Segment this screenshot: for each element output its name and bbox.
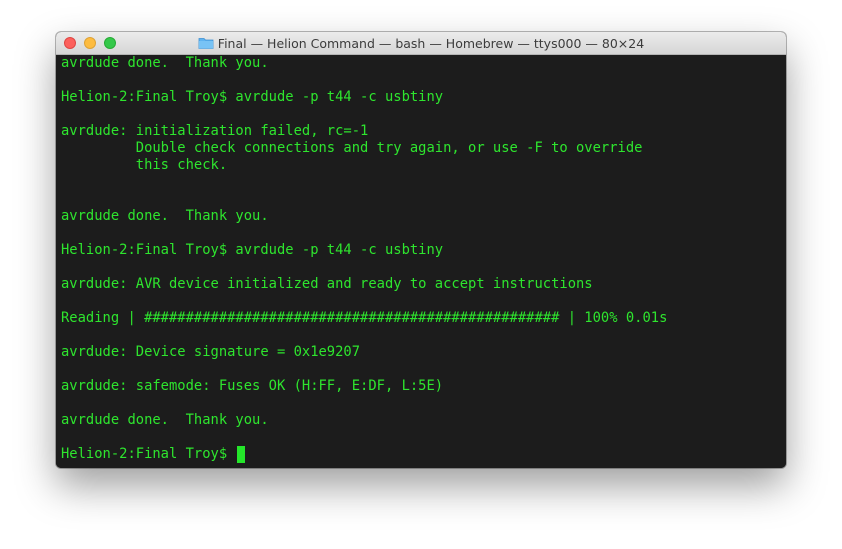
terminal-line-text: avrdude done. Thank you. <box>61 412 269 428</box>
terminal-line: avrdude done. Thank you. <box>61 208 786 225</box>
terminal-line-text: Helion-2:Final Troy$ avrdude -p t44 -c u… <box>61 242 444 258</box>
terminal-output[interactable]: avrdude done. Thank you. Helion-2:Final T… <box>56 55 786 468</box>
terminal-line: avrdude: Device signature = 0x1e9207 <box>61 344 786 361</box>
terminal-line: avrdude: safemode: Fuses OK (H:FF, E:DF,… <box>61 378 786 395</box>
terminal-line-text: Double check connections and try again, … <box>61 140 643 156</box>
terminal-line-text: avrdude done. Thank you. <box>61 208 269 224</box>
terminal-line-text: avrdude: initialization failed, rc=-1 <box>61 123 369 139</box>
terminal-line: avrdude done. Thank you. <box>61 55 786 72</box>
terminal-cursor <box>237 446 246 463</box>
terminal-line-text: Helion-2:Final Troy$ avrdude -p t44 -c u… <box>61 89 444 105</box>
terminal-line: Helion-2:Final Troy$ avrdude -p t44 -c u… <box>61 89 786 106</box>
terminal-line: avrdude: initialization failed, rc=-1 <box>61 123 786 140</box>
terminal-line: this check. <box>61 157 786 174</box>
terminal-line-text: avrdude: Device signature = 0x1e9207 <box>61 344 361 360</box>
terminal-line-text: this check. <box>61 157 228 173</box>
title-bar[interactable]: Final — Helion Command — bash — Homebrew… <box>56 32 786 55</box>
window-title: Final — Helion Command — bash — Homebrew… <box>217 35 645 51</box>
terminal-window: Final — Helion Command — bash — Homebrew… <box>56 32 786 468</box>
window-title-container: Final — Helion Command — bash — Homebrew… <box>56 32 786 54</box>
terminal-line: avrdude: AVR device initialized and read… <box>61 276 786 293</box>
terminal-line-text: avrdude: AVR device initialized and read… <box>61 276 593 292</box>
terminal-line: Double check connections and try again, … <box>61 140 786 157</box>
terminal-line: Reading | ##############################… <box>61 310 786 327</box>
terminal-line-text: Helion-2:Final Troy$ <box>61 446 236 462</box>
terminal-line-text: Reading | ##############################… <box>61 310 668 326</box>
terminal-line: avrdude done. Thank you. <box>61 412 786 429</box>
terminal-line-text: avrdude: safemode: Fuses OK (H:FF, E:DF,… <box>61 378 444 394</box>
terminal-line: Helion-2:Final Troy$ avrdude -p t44 -c u… <box>61 242 786 259</box>
terminal-line: Helion-2:Final Troy$ <box>61 446 786 463</box>
folder-icon <box>198 35 214 51</box>
terminal-line-text: avrdude done. Thank you. <box>61 55 269 71</box>
